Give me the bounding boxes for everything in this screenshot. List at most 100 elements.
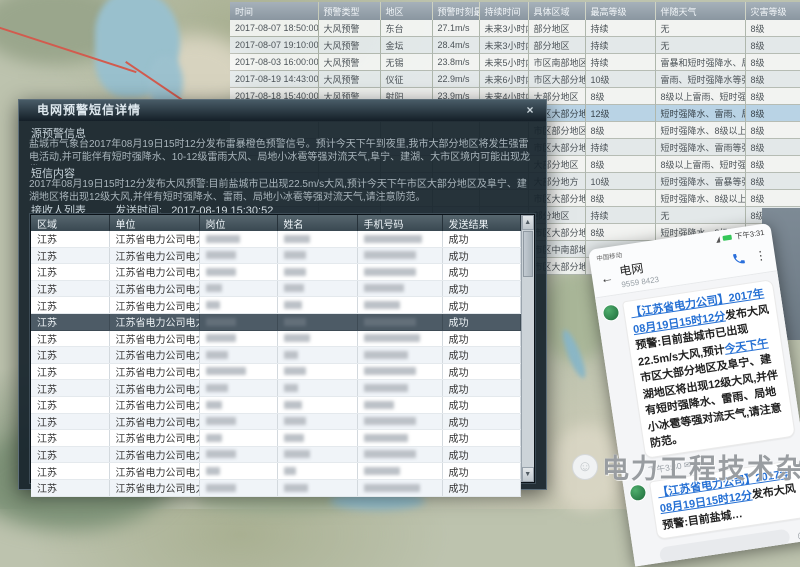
scrollbar-thumb[interactable] <box>523 231 534 277</box>
recipient-cell <box>277 313 357 330</box>
alert-cell: 未来3小时内 <box>479 20 528 37</box>
recipient-row[interactable]: 江苏江苏省电力公司电力科成功 <box>31 396 520 413</box>
recipient-cell <box>199 313 277 330</box>
recipient-cell: 江苏 <box>31 231 109 247</box>
alert-table-row[interactable]: 2017-08-03 16:00:00大风预警无锡23.8m/s未来5小时内市区… <box>230 54 800 71</box>
recipient-cell <box>357 413 442 430</box>
column-header: 最高等级 <box>585 2 655 20</box>
alert-cell: 8级 <box>745 190 800 207</box>
redacted-text <box>364 367 416 375</box>
recipient-cell: 江苏 <box>31 430 109 447</box>
recipient-row[interactable]: 江苏江苏省电力公司电力科成功 <box>31 231 520 247</box>
recipient-cell: 成功 <box>442 347 520 364</box>
recipient-row[interactable]: 江苏江苏省电力公司电力科成功 <box>31 347 520 364</box>
alert-cell: 雷雨、短时强降水等强对流天气 <box>655 71 745 88</box>
redacted-text <box>284 251 306 259</box>
redacted-text <box>206 284 222 292</box>
redacted-text <box>284 351 298 359</box>
recipient-cell <box>199 280 277 297</box>
back-icon[interactable]: ← <box>599 270 614 287</box>
scrollbar[interactable]: ▲ ▼ <box>521 215 535 482</box>
alert-cell: 大风预警 <box>318 37 380 54</box>
recipient-cell <box>357 231 442 247</box>
recipient-row[interactable]: 江苏江苏省电力公司电力科成功 <box>31 280 520 297</box>
recipient-row[interactable]: 江苏江苏省电力公司电力科成功 <box>31 446 520 463</box>
recipient-cell: 成功 <box>442 463 520 480</box>
recipient-row[interactable]: 江苏江苏省电力公司电力科成功 <box>31 247 520 264</box>
alert-cell: 无 <box>655 207 745 224</box>
redacted-text <box>206 484 236 492</box>
call-icon[interactable] <box>731 250 747 266</box>
recipient-cell: 江苏 <box>31 347 109 364</box>
recipient-cell <box>199 380 277 397</box>
redacted-text <box>284 318 306 326</box>
alert-cell: 8级 <box>745 156 800 173</box>
map-lake <box>95 0 180 97</box>
recipient-row[interactable]: 江苏江苏省电力公司电力科成功 <box>31 313 520 330</box>
recipient-cell: 江苏 <box>31 297 109 314</box>
recipient-cell: 江苏 <box>31 479 109 496</box>
recipient-cell: 江苏省电力公司电力科 <box>109 280 199 297</box>
recipient-cell: 江苏 <box>31 463 109 480</box>
recipient-cell: 成功 <box>442 363 520 380</box>
recipient-row[interactable]: 江苏江苏省电力公司电力科成功 <box>31 479 520 496</box>
redacted-text <box>364 318 416 326</box>
sms-link[interactable]: 今天下午 <box>724 337 769 355</box>
alert-cell: 8级 <box>585 224 655 241</box>
scroll-down-icon[interactable]: ▼ <box>522 467 535 482</box>
recipient-cell: 江苏省电力公司电力科 <box>109 313 199 330</box>
alert-cell: 10级 <box>585 173 655 190</box>
scrollbar-track[interactable] <box>522 230 535 467</box>
column-header: 手机号码 <box>357 215 442 231</box>
recipient-cell <box>357 463 442 480</box>
recipient-cell <box>199 479 277 496</box>
redacted-text <box>364 251 416 259</box>
phone-screenshot: 中国移动 下午3:31 ← 电网 9559 8423 ⋮ 【江苏省电力公司】20… <box>588 223 800 567</box>
redacted-text <box>206 235 240 243</box>
recipient-row[interactable]: 江苏江苏省电力公司电力科成功 <box>31 430 520 447</box>
redacted-text <box>364 467 400 475</box>
watermark-text: 电力工程技术杂志 <box>602 447 800 486</box>
sms-message: 【江苏省电力公司】2017年08月19日15时12分发布大风预警:目前盐城市已出… <box>602 279 796 461</box>
redacted-text <box>206 318 236 326</box>
alert-cell: 大风预警 <box>318 54 380 71</box>
recipient-row[interactable]: 江苏江苏省电力公司电力科成功 <box>31 330 520 347</box>
alert-cell: 8级 <box>745 173 800 190</box>
alert-table-row[interactable]: 2017-08-07 18:50:00大风预警东台27.1m/s未来3小时内部分… <box>230 20 800 37</box>
column-header: 岗位 <box>199 215 277 231</box>
alert-cell: 8级 <box>745 139 800 156</box>
alert-cell: 市区大部分地区 <box>528 71 585 88</box>
close-icon[interactable]: × <box>522 102 538 118</box>
recipient-row[interactable]: 江苏江苏省电力公司电力科成功 <box>31 463 520 480</box>
redacted-text <box>206 367 246 375</box>
alert-table-row[interactable]: 2017-08-19 14:43:00大风预警仪征22.9m/s未来6小时内市区… <box>230 71 800 88</box>
sms-detail-dialog: 电网预警短信详情 × 源预警信息 盐城市气象台2017年08月19日15时12分… <box>18 99 547 490</box>
recipient-cell <box>199 413 277 430</box>
recipient-cell <box>277 430 357 447</box>
column-header: 预警类型 <box>318 2 380 20</box>
recipient-cell <box>199 231 277 247</box>
recipient-cell: 成功 <box>442 313 520 330</box>
alert-cell: 无锡 <box>380 54 432 71</box>
recipient-row[interactable]: 江苏江苏省电力公司电力科成功 <box>31 363 520 380</box>
recipient-cell: 江苏省电力公司电力科 <box>109 413 199 430</box>
emoji-icon[interactable]: ☺ <box>794 526 800 543</box>
recipient-row[interactable]: 江苏江苏省电力公司电力科成功 <box>31 297 520 314</box>
recipient-row[interactable]: 江苏江苏省电力公司电力科成功 <box>31 380 520 397</box>
menu-icon[interactable]: ⋮ <box>754 247 768 263</box>
recipient-row[interactable]: 江苏江苏省电力公司电力科成功 <box>31 264 520 281</box>
recipient-cell <box>277 347 357 364</box>
recipient-cell: 江苏 <box>31 330 109 347</box>
recipient-cell: 成功 <box>442 330 520 347</box>
recipient-cell: 江苏 <box>31 247 109 264</box>
recipient-cell: 成功 <box>442 380 520 397</box>
scroll-up-icon[interactable]: ▲ <box>522 215 535 230</box>
recipient-cell <box>199 446 277 463</box>
recipient-row[interactable]: 江苏江苏省电力公司电力科成功 <box>31 413 520 430</box>
alert-table-row[interactable]: 2017-08-07 19:10:00大风预警金坛28.4m/s未来3小时内部分… <box>230 37 800 54</box>
alert-cell: 8级以上雷雨、短时强降水等强 <box>655 156 745 173</box>
alert-cell: 未来6小时内 <box>479 71 528 88</box>
alert-cell: 金坛 <box>380 37 432 54</box>
recipient-cell: 江苏省电力公司电力科 <box>109 446 199 463</box>
alert-cell: 28.4m/s <box>432 37 479 54</box>
